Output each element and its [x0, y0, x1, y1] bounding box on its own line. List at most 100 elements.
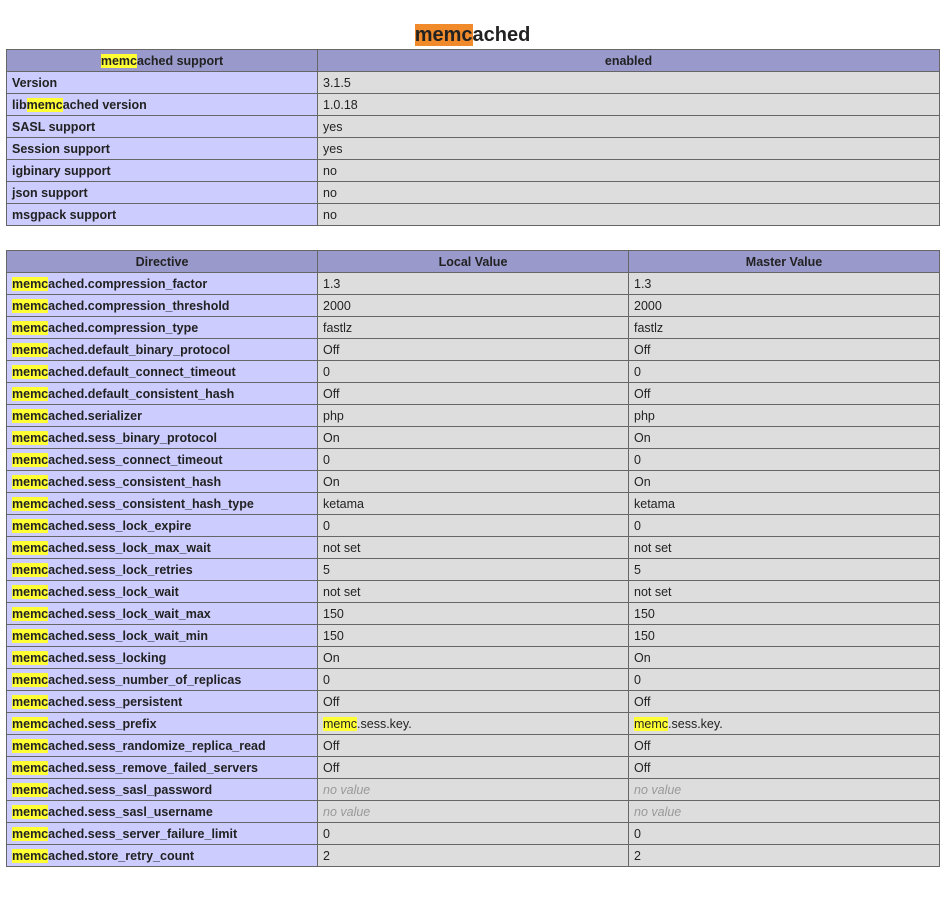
directive-name-text: ached.sess_remove_failed_servers: [48, 760, 259, 775]
master-value-text: 2000: [634, 298, 662, 313]
directive-name: memcached.compression_factor: [6, 272, 318, 295]
master-value-text: Off: [634, 342, 651, 357]
directive-name: memcached.serializer: [6, 404, 318, 427]
master-value: 150: [628, 602, 940, 625]
no-value-text: no value: [634, 804, 682, 819]
directive-name: memcached.sess_consistent_hash: [6, 470, 318, 493]
search-highlight: memc: [12, 650, 49, 665]
table-row: Version 3.1.5: [6, 71, 940, 94]
key-text: msgpack support: [12, 207, 117, 222]
local-value-text: On: [323, 650, 340, 665]
master-value: Off: [628, 690, 940, 713]
table-row: memcached.sess_binary_protocol On On: [6, 426, 940, 449]
key-text: ached version: [62, 97, 147, 112]
directive-name-text: ached.sess_randomize_replica_read: [48, 738, 266, 753]
master-value: 2: [628, 844, 940, 867]
directive-name-text: ached.sess_server_failure_limit: [48, 826, 238, 841]
master-value: 0: [628, 822, 940, 845]
master-value-text: .sess.key.: [668, 716, 723, 731]
search-highlight: memc: [12, 562, 49, 577]
directive-name-text: ached.compression_type: [48, 320, 199, 335]
directive-name: memcached.default_connect_timeout: [6, 360, 318, 383]
directive-name-text: ached.store_retry_count: [48, 848, 195, 863]
master-value: 0: [628, 360, 940, 383]
master-value-text: 150: [634, 606, 655, 621]
local-value-text: 5: [323, 562, 330, 577]
local-value: memc.sess.key.: [317, 712, 629, 735]
directive-name-text: ached.sess_lock_wait_min: [48, 628, 208, 643]
local-value: not set: [317, 536, 629, 559]
local-value-text: 2000: [323, 298, 351, 313]
table-row: memcached.sess_consistent_hash On On: [6, 470, 940, 493]
master-value: Off: [628, 382, 940, 405]
key-text: Session support: [12, 141, 110, 156]
directive-name-text: ached.sess_locking: [48, 650, 167, 665]
row-value: no: [317, 159, 940, 182]
master-value-text: Off: [634, 738, 651, 753]
master-value-text: Off: [634, 386, 651, 401]
directive-name-text: ached.sess_binary_protocol: [48, 430, 217, 445]
table-row: memcached.sess_locking On On: [6, 646, 940, 669]
table-row: memcached.sess_lock_wait_max 150 150: [6, 602, 940, 625]
search-highlight: memc: [634, 716, 669, 731]
master-value: php: [628, 404, 940, 427]
table-row: memcached.sess_server_failure_limit 0 0: [6, 822, 940, 845]
master-value: not set: [628, 536, 940, 559]
master-value: Off: [628, 756, 940, 779]
local-value: Off: [317, 382, 629, 405]
directive-name: memcached.sess_sasl_password: [6, 778, 318, 801]
master-value: On: [628, 470, 940, 493]
directive-name: memcached.compression_type: [6, 316, 318, 339]
search-highlight: memc: [12, 342, 49, 357]
local-value: On: [317, 470, 629, 493]
local-value: 1.3: [317, 272, 629, 295]
directive-name-text: ached.sess_number_of_replicas: [48, 672, 242, 687]
local-value-text: 150: [323, 628, 344, 643]
directive-name-text: ached.sess_consistent_hash_type: [48, 496, 254, 511]
search-highlight: memc: [12, 430, 49, 445]
search-highlight: memc: [12, 386, 49, 401]
master-value-text: Off: [634, 760, 651, 775]
key-text: SASL support: [12, 119, 96, 134]
directive-name-text: ached.default_connect_timeout: [48, 364, 236, 379]
master-value-text: On: [634, 474, 651, 489]
master-value-text: On: [634, 430, 651, 445]
master-value-text: 0: [634, 518, 641, 533]
directive-name: memcached.default_binary_protocol: [6, 338, 318, 361]
master-value-text: not set: [634, 584, 672, 599]
master-value: memc.sess.key.: [628, 712, 940, 735]
master-value: Off: [628, 734, 940, 757]
directive-name: memcached.sess_number_of_replicas: [6, 668, 318, 691]
local-value: Off: [317, 734, 629, 757]
master-value: On: [628, 646, 940, 669]
row-value: 1.0.18: [317, 93, 940, 116]
directive-name-text: ached.default_consistent_hash: [48, 386, 235, 401]
local-value-text: ketama: [323, 496, 364, 511]
search-highlight: memc: [12, 672, 49, 687]
table-row: memcached.serializer php php: [6, 404, 940, 427]
support-header-key: memcached support: [6, 49, 318, 72]
search-highlight: memc: [12, 518, 49, 533]
row-value: no: [317, 181, 940, 204]
directive-name-text: ached.sess_lock_retries: [48, 562, 193, 577]
master-value-text: 1.3: [634, 276, 652, 291]
local-value: no value: [317, 800, 629, 823]
directive-name-text: ached.default_binary_protocol: [48, 342, 231, 357]
table-row: json support no: [6, 181, 940, 204]
master-value-text: 0: [634, 452, 641, 467]
page-title: memcached: [0, 21, 945, 49]
directive-table-header: Directive Local Value Master Value: [6, 250, 940, 273]
master-value: 150: [628, 624, 940, 647]
row-key: SASL support: [6, 115, 318, 138]
master-value: not set: [628, 580, 940, 603]
key-prefix: lib: [12, 97, 27, 112]
local-value: Off: [317, 756, 629, 779]
row-value: yes: [317, 137, 940, 160]
directive-name-text: ached.sess_consistent_hash: [48, 474, 222, 489]
directive-name-text: ached.sess_lock_expire: [48, 518, 192, 533]
table-row: memcached.default_connect_timeout 0 0: [6, 360, 940, 383]
table-row: memcached.default_consistent_hash Off Off: [6, 382, 940, 405]
master-value-text: 0: [634, 364, 641, 379]
master-value: 0: [628, 448, 940, 471]
directive-name-text: ached.sess_lock_wait_max: [48, 606, 211, 621]
